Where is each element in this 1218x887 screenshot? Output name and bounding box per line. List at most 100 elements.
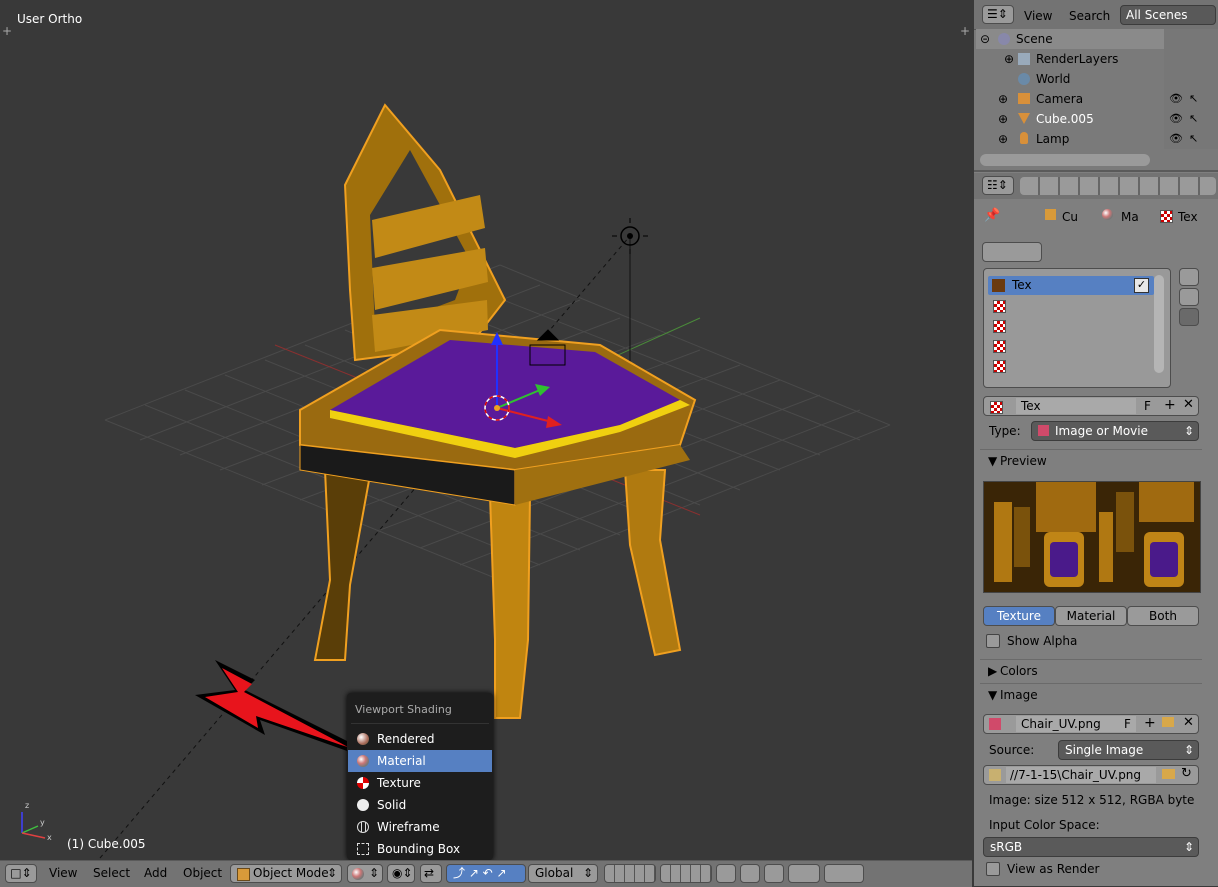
corner-plus-icon[interactable]: +: [2, 24, 12, 38]
preview-panel-header[interactable]: ▼ Preview: [980, 449, 1202, 472]
outliner-row-cube[interactable]: ⊕ Cube.005: [976, 109, 1164, 129]
corner-plus-icon-right[interactable]: +: [960, 24, 970, 38]
pack-icon[interactable]: [989, 769, 1001, 781]
eye-icon[interactable]: 👁: [1169, 132, 1183, 145]
bounding-box-icon: [357, 843, 369, 855]
add-menu[interactable]: Add: [144, 866, 167, 880]
texture-context-buttons[interactable]: [982, 242, 1042, 262]
fake-user-button[interactable]: F: [1144, 399, 1151, 413]
proportional-edit-icon[interactable]: [740, 864, 760, 883]
preview-tab-both[interactable]: Both: [1127, 606, 1199, 626]
texture-name-value: Tex: [1021, 399, 1041, 413]
unlink-icon[interactable]: ✕: [1183, 397, 1194, 412]
slot-up-button[interactable]: [1179, 268, 1199, 286]
shading-wireframe-item[interactable]: Wireframe: [348, 816, 492, 838]
unlink-image-icon[interactable]: ✕: [1183, 715, 1194, 730]
mode-dropdown[interactable]: Object Mode ⇕: [230, 864, 342, 883]
outliner-row-lamp[interactable]: ⊕ Lamp: [976, 129, 1164, 149]
new-image-icon[interactable]: +: [1144, 715, 1156, 731]
render-buttons-icon[interactable]: [824, 864, 864, 883]
outliner-row-camera[interactable]: ⊕ Camera: [976, 89, 1164, 109]
preview-tab-material[interactable]: Material: [1055, 606, 1127, 626]
slot-enabled-checkbox[interactable]: ✓: [1134, 278, 1149, 293]
texture-datablock[interactable]: Tex F + ✕: [983, 396, 1199, 416]
reload-icon[interactable]: ↻: [1181, 766, 1192, 781]
expand-icon[interactable]: ⊕: [998, 109, 1008, 129]
image-datablock[interactable]: Chair_UV.png F + ✕: [983, 714, 1199, 734]
collapse-icon[interactable]: ⊝: [980, 29, 990, 49]
annotation-arrow: [195, 660, 355, 752]
filepath-field[interactable]: //7-1-15\Chair_UV.png: [1006, 767, 1156, 783]
image-fake-user-button[interactable]: F: [1124, 717, 1131, 731]
layer-buttons-2[interactable]: [660, 864, 712, 883]
outliner-row-scene[interactable]: ⊝ Scene: [976, 29, 1164, 49]
shading-material-item[interactable]: Material: [348, 750, 492, 772]
slot-menu-button[interactable]: [1179, 308, 1199, 326]
mode-value: Object Mode: [253, 866, 329, 880]
empty-slot-icon[interactable]: [993, 339, 1006, 353]
expand-icon[interactable]: ⊕: [1004, 49, 1014, 69]
outliner-row-world[interactable]: World: [976, 69, 1164, 89]
pin-icon[interactable]: 📌: [984, 208, 1000, 223]
show-alpha-checkbox[interactable]: [986, 634, 1000, 648]
orientation-dropdown[interactable]: Global ⇕: [528, 864, 598, 883]
cursor-icon[interactable]: ↖: [1189, 132, 1198, 145]
outliner-editor-type-button[interactable]: ☰⇕: [982, 5, 1014, 24]
image-browse-icon[interactable]: [989, 718, 1001, 730]
outliner-row-renderlayers[interactable]: ⊕ RenderLayers: [976, 49, 1164, 69]
snap-toggle-icon[interactable]: [764, 864, 784, 883]
scene-filter-value: All Scenes: [1126, 8, 1188, 22]
scene-filter-dropdown[interactable]: All Scenes: [1120, 5, 1216, 25]
empty-slot-icon[interactable]: [993, 299, 1006, 313]
material-icon: [357, 755, 369, 767]
viewport-shading-button[interactable]: ⇕: [347, 864, 383, 883]
eye-icon[interactable]: 👁: [1169, 112, 1183, 125]
texture-slot-list[interactable]: Tex ✓: [983, 268, 1171, 388]
image-panel-header[interactable]: ▼ Image: [980, 683, 1202, 706]
add-texture-icon[interactable]: +: [1164, 397, 1176, 413]
shading-bounding-box-item[interactable]: Bounding Box: [348, 838, 492, 860]
properties-editor-type-button[interactable]: ☷⇕: [982, 176, 1014, 195]
lock-layers-icon[interactable]: [716, 864, 736, 883]
empty-slot-icon[interactable]: [993, 319, 1006, 333]
expand-icon[interactable]: ⊕: [998, 89, 1008, 109]
texture-breadcrumb-icon: [1160, 209, 1173, 223]
texture-name-field[interactable]: Tex: [1016, 398, 1136, 414]
select-menu[interactable]: Select: [93, 866, 130, 880]
shading-texture-item[interactable]: Texture: [348, 772, 492, 794]
image-info-text: Image: size 512 x 512, RGBA byte: [989, 793, 1195, 807]
orientation-value: Global: [535, 866, 574, 880]
snap-element-icon[interactable]: [788, 864, 820, 883]
shading-solid-item[interactable]: Solid: [348, 794, 492, 816]
source-dropdown[interactable]: Single Image ⇕: [1058, 740, 1199, 760]
open-folder-icon[interactable]: [1162, 717, 1174, 727]
slot-list-scrollbar[interactable]: [1154, 275, 1164, 373]
texture-browse-icon[interactable]: [990, 400, 1003, 414]
pivot-point-button[interactable]: ◉⇕: [387, 864, 415, 883]
empty-slot-icon[interactable]: [993, 359, 1006, 373]
colors-panel-header[interactable]: ▶ Colors: [980, 659, 1202, 682]
transform-toggle[interactable]: ⇄: [420, 864, 442, 883]
eye-icon[interactable]: 👁: [1169, 92, 1183, 105]
texture-type-dropdown[interactable]: Image or Movie ⇕: [1031, 421, 1199, 441]
manipulator-buttons[interactable]: ⤴ ↗ ↶ ↗: [446, 864, 526, 883]
color-space-dropdown[interactable]: sRGB ⇕: [983, 837, 1199, 857]
object-menu[interactable]: Object: [183, 866, 222, 880]
view-menu[interactable]: View: [49, 866, 77, 880]
file-browse-icon[interactable]: [1162, 769, 1175, 779]
view-as-render-checkbox[interactable]: [986, 862, 1000, 876]
preview-tab-texture[interactable]: Texture: [983, 606, 1055, 626]
slot-down-button[interactable]: [1179, 288, 1199, 306]
cursor-icon[interactable]: ↖: [1189, 92, 1198, 105]
layer-buttons-1[interactable]: [604, 864, 656, 883]
editor-type-button[interactable]: □⇕: [5, 864, 37, 883]
outliner-scrollbar[interactable]: [980, 154, 1150, 166]
cursor-icon[interactable]: ↖: [1189, 112, 1198, 125]
context-tabs[interactable]: [1020, 177, 1216, 195]
shading-rendered-item[interactable]: Rendered: [348, 728, 492, 750]
texture-slot-selected[interactable]: Tex ✓: [988, 276, 1154, 295]
outliner-view-menu[interactable]: View: [1024, 9, 1052, 23]
expand-icon[interactable]: ⊕: [998, 129, 1008, 149]
image-name-field[interactable]: Chair_UV.png: [1016, 716, 1136, 732]
outliner-search-menu[interactable]: Search: [1069, 9, 1110, 23]
